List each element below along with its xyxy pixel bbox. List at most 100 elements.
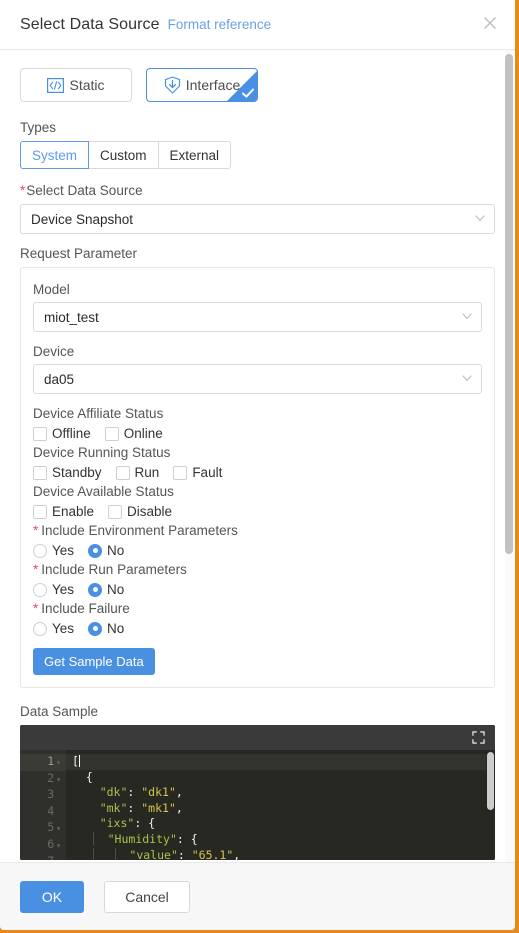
device-select[interactable]: da05 [33,364,482,394]
include-environment-parameters-text: Include Environment Parameters [41,523,238,538]
required-asterisk: * [33,601,39,616]
radio-circle [33,543,47,558]
radio-circle-selected [88,543,103,558]
code-brackets-icon [47,77,65,93]
device-select-value: da05 [44,371,75,387]
checkbox-run[interactable]: Run [115,465,160,480]
checkbox-offline[interactable]: Offline [33,426,91,441]
include-failure-label: * Include Failure [33,601,482,616]
close-icon[interactable] [479,12,501,34]
data-source-label: *Select Data Source [20,183,495,198]
line-number: 7 [20,854,66,860]
checkbox-box [33,465,47,480]
request-parameter-panel: Model miot_test Device da05 Device Affil… [20,267,495,688]
editor-code[interactable]: [ { "dk": "dk1", "mk": "mk1", "ixs": { "… [66,750,495,860]
dialog-header: Select Data Source Format reference [0,0,515,50]
include-run-parameters-text: Include Run Parameters [41,562,187,577]
request-parameter-label: Request Parameter [20,246,138,261]
radio-circle-selected [88,621,103,636]
code-line: "Humidity": { [92,831,198,846]
checkbox-standby[interactable]: Standby [33,465,102,480]
device-running-status-options: Standby Run Fault [33,465,482,480]
source-button-static-label: Static [69,77,105,93]
radio-run-no[interactable]: No [88,582,124,597]
editor-toolbar [20,725,495,750]
radio-environment-yes[interactable]: Yes [33,543,74,558]
chevron-down-icon [475,215,485,222]
radio-circle-selected [88,582,103,597]
code-line: "mk": "mk1", [72,800,183,815]
checkbox-standby-label: Standby [52,465,102,480]
required-asterisk: * [20,183,26,198]
checkbox-box [173,465,188,480]
data-source-label-text: Select Data Source [26,183,143,198]
device-available-status-label: Device Available Status [33,484,174,499]
include-environment-parameters-options: Yes No [33,543,482,558]
checkbox-fault[interactable]: Fault [173,465,222,480]
radio-failure-no[interactable]: No [88,621,124,636]
radio-run-no-label: No [107,582,125,597]
checkbox-online[interactable]: Online [104,426,163,441]
radio-environment-no[interactable]: No [88,543,124,558]
checkbox-online-label: Online [123,426,163,441]
body-scrollbar-thumb[interactable] [505,54,513,554]
editor-scrollbar-thumb[interactable] [487,752,494,810]
selected-ribbon [226,70,257,101]
shield-download-icon [164,76,181,94]
fold-arrow-icon[interactable]: ▾ [56,824,61,833]
ok-button[interactable]: OK [20,880,84,913]
types-button-group: System Custom External [20,141,232,169]
code-editor: 1▾ 2▾ 3 4 5▾ 6▾ 7 [ { "dk": "dk1", "mk":… [20,725,495,860]
line-number: 2 ▾ [47,770,61,785]
source-button-interface[interactable]: Interface [146,68,258,102]
types-label: Types [20,120,57,135]
checkbox-enable[interactable]: Enable [33,504,94,519]
code-line: [ [66,754,495,770]
checkbox-disable[interactable]: Disable [108,504,172,519]
fold-arrow-icon[interactable]: ▾ [56,841,61,850]
source-type-buttons: Static Interface [20,68,495,102]
include-failure-text: Include Failure [41,601,130,616]
model-select[interactable]: miot_test [33,302,482,332]
get-sample-data-button[interactable]: Get Sample Data [33,648,155,675]
type-option-system[interactable]: System [20,141,90,169]
include-run-parameters-options: Yes No [33,582,482,597]
cancel-button[interactable]: Cancel [104,880,190,913]
device-running-status-label: Device Running Status [33,445,171,460]
line-number: 6 ▾ [47,836,61,851]
source-button-static[interactable]: Static [20,68,132,102]
radio-run-yes[interactable]: Yes [33,582,74,597]
data-source-select[interactable]: Device Snapshot [20,204,495,234]
type-option-external[interactable]: External [158,141,232,169]
format-reference-link[interactable]: Format reference [168,17,272,32]
fold-arrow-icon[interactable]: ▾ [56,758,61,767]
radio-environment-no-label: No [107,543,125,558]
checkbox-box [115,465,130,480]
checkbox-box [33,504,47,519]
include-failure-options: Yes No [33,621,482,636]
code-line: "dk": "dk1", [72,785,183,800]
device-available-status-options: Enable Disable [33,504,482,519]
device-label: Device [33,344,75,359]
chevron-down-icon [462,375,472,382]
select-data-source-dialog: Select Data Source Format reference Stat… [0,0,515,930]
fold-arrow-icon[interactable]: ▾ [56,775,61,784]
include-environment-parameters-label: * Include Environment Parameters [33,523,482,538]
radio-circle [33,621,47,636]
device-affiliate-status-label: Device Affiliate Status [33,406,164,421]
fullscreen-icon[interactable] [472,731,485,744]
radio-run-yes-label: Yes [52,582,75,597]
device-affiliate-status-options: Offline Online [33,426,482,441]
radio-environment-yes-label: Yes [52,543,75,558]
data-sample-label: Data Sample [20,704,99,719]
checkbox-run-label: Run [134,465,160,480]
checkbox-offline-label: Offline [52,426,91,441]
editor-gutter: 1▾ 2▾ 3 4 5▾ 6▾ 7 [20,750,66,860]
code-line: "ixs": { [72,816,156,831]
dialog-footer: OK Cancel [0,862,515,930]
model-select-value: miot_test [44,309,99,325]
data-sample-editor-wrap: 1▾ 2▾ 3 4 5▾ 6▾ 7 [ { "dk": "dk1", "mk":… [20,725,495,860]
type-option-custom[interactable]: Custom [89,141,159,169]
radio-failure-yes[interactable]: Yes [33,621,74,636]
editor-body[interactable]: 1▾ 2▾ 3 4 5▾ 6▾ 7 [ { "dk": "dk1", "mk":… [20,750,495,860]
